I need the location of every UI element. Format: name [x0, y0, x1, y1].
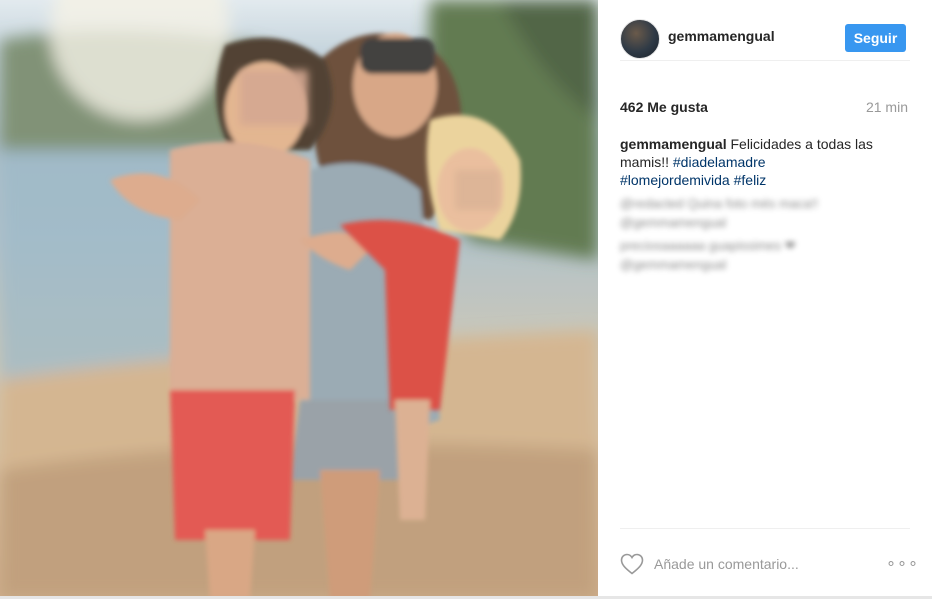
hashtag-link[interactable]: #diadelamadre	[673, 154, 766, 170]
photo-illustration	[0, 0, 598, 599]
username-link[interactable]: gemmamengual	[668, 28, 775, 44]
more-options-icon[interactable]: ∘∘∘	[886, 555, 918, 573]
comment-input[interactable]	[654, 552, 864, 576]
timestamp[interactable]: 21 min	[866, 99, 908, 115]
caption-username[interactable]: gemmamengual	[620, 136, 727, 152]
blurred-comments: @redacted Quina foto més maca!! @gemmame…	[620, 194, 882, 278]
comment-bar: ∘∘∘	[620, 528, 918, 599]
post-side-panel: gemmamengual Seguir 462 Me gusta 21 min …	[598, 0, 932, 599]
comment-item: preciosaaaaaa guapissimes ❤ @gemmamengua…	[620, 238, 796, 272]
follow-button[interactable]: Seguir	[845, 24, 906, 52]
heart-icon[interactable]	[620, 553, 644, 575]
post-header: gemmamengual Seguir	[620, 14, 910, 61]
comment-item: @redacted Quina foto més maca!! @gemmame…	[620, 196, 819, 230]
post-photo[interactable]	[0, 0, 598, 599]
hashtag-link[interactable]: #feliz	[734, 172, 767, 188]
post-caption: gemmamengual Felicidades a todas las mam…	[620, 135, 912, 189]
hashtag-link[interactable]: #lomejordemivida	[620, 172, 730, 188]
avatar[interactable]	[620, 19, 660, 59]
like-count[interactable]: 462 Me gusta	[620, 99, 708, 115]
